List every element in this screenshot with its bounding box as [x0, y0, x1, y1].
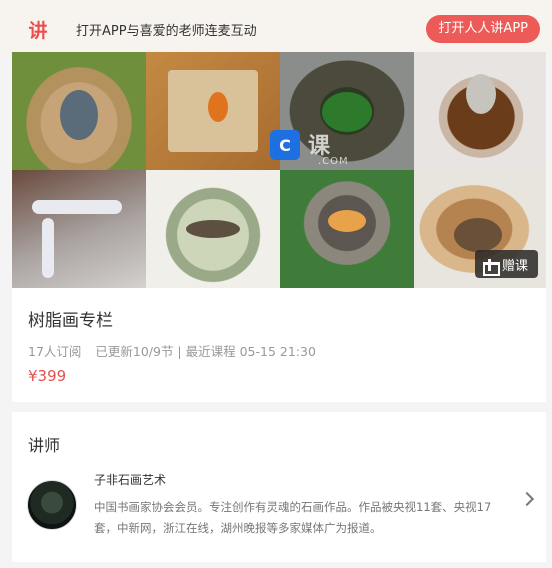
chevron-right-icon[interactable]: [519, 491, 535, 507]
banner-image-3: [280, 52, 414, 170]
course-title: 树脂画专栏: [28, 311, 113, 331]
teacher-description: 中国书画家协会会员。专注创作有灵魂的石画作品。作品被央视11套、央视17套，中新…: [94, 500, 492, 535]
watermark-badge: C: [270, 130, 300, 160]
course-info-card: 树脂画专栏 17人订阅 已更新10/9节 | 最近课程 05-15 21:30 …: [12, 288, 546, 402]
open-app-button[interactable]: 打开人人讲APP: [426, 15, 540, 43]
banner-image-2: [146, 52, 280, 170]
gift-course-button[interactable]: 赠课: [474, 250, 538, 278]
teacher-section-title: 讲师: [28, 436, 61, 455]
banner-image-5: [12, 170, 146, 288]
course-banner: C 课 .COM 赠课: [12, 52, 546, 288]
banner-image-1: [12, 52, 146, 170]
app-prompt-text: 打开APP与喜爱的老师连麦互动: [76, 23, 257, 39]
banner-image-6: [146, 170, 280, 288]
update-status: 已更新10/9节 | 最近课程 05-15 21:30: [95, 344, 316, 359]
teacher-name[interactable]: 子非石画艺术: [94, 471, 166, 488]
watermark-subtext: .COM: [318, 156, 349, 167]
app-download-bar: 讲 打开APP与喜爱的老师连麦互动 打开人人讲APP: [0, 0, 552, 58]
banner-image-7: [280, 170, 414, 288]
logo-icon: 讲: [28, 19, 48, 42]
banner-image-4: [414, 52, 546, 170]
subscriber-count: 17人订阅: [28, 344, 82, 359]
course-meta: 17人订阅 已更新10/9节 | 最近课程 05-15 21:30: [28, 341, 326, 360]
teacher-avatar[interactable]: [27, 480, 77, 530]
gift-course-label: 赠课: [501, 258, 528, 274]
teacher-card[interactable]: 讲师 子非石画艺术 中国书画家协会会员。专注创作有灵魂的石画作品。作品被央视11…: [12, 412, 546, 562]
gift-icon: [482, 258, 500, 276]
course-price: ¥399: [28, 367, 67, 385]
